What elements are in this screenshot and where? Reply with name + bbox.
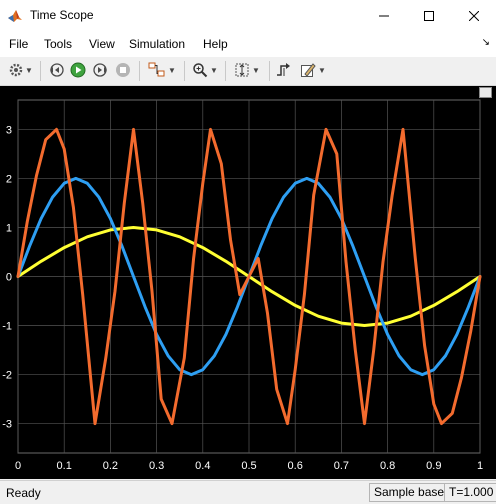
y-tick-label: 2 xyxy=(6,173,12,185)
run-button[interactable] xyxy=(68,59,88,81)
toolbar-separator xyxy=(269,61,270,81)
toolbar-separator xyxy=(225,61,226,81)
scale-axes-button[interactable]: ▼ xyxy=(230,59,264,81)
highlight-block-button[interactable]: ▼ xyxy=(145,59,179,81)
x-tick-label: 0.2 xyxy=(103,460,118,472)
maximize-button[interactable] xyxy=(406,0,451,31)
chevron-down-icon: ▼ xyxy=(25,65,33,75)
x-tick-label: 1 xyxy=(477,460,483,472)
toolbar: ▼ ▼ ▼ ▼ ▼ xyxy=(0,57,496,86)
matlab-logo-icon xyxy=(8,10,22,22)
menu-bar: File Tools View Simulation Help ↘ xyxy=(0,31,496,58)
settings-button[interactable]: ▼ xyxy=(5,59,37,81)
sample-mode-indicator: Sample based xyxy=(369,483,456,502)
y-tick-label: -1 xyxy=(2,321,12,333)
menu-help[interactable]: Help xyxy=(203,37,228,51)
close-icon xyxy=(468,10,479,21)
window-title: Time Scope xyxy=(30,8,94,22)
chevron-down-icon: ▼ xyxy=(210,65,218,75)
step-forward-icon xyxy=(93,63,107,77)
trigger-icon xyxy=(277,63,290,76)
y-tick-label: -2 xyxy=(2,370,12,382)
toolbar-separator xyxy=(139,61,140,81)
x-tick-label: 0.3 xyxy=(149,460,164,472)
triggers-button[interactable] xyxy=(274,59,294,81)
step-back-icon xyxy=(50,63,64,77)
x-tick-label: 0.1 xyxy=(57,460,72,472)
chevron-down-icon: ▼ xyxy=(168,65,176,75)
stop-button[interactable] xyxy=(113,59,133,81)
menu-file[interactable]: File xyxy=(9,37,28,51)
block-diagram-icon xyxy=(148,62,165,77)
minimize-button[interactable] xyxy=(361,0,406,31)
minimize-icon xyxy=(378,15,389,16)
x-tick-label: 0.4 xyxy=(195,460,210,472)
step-forward-button[interactable] xyxy=(91,59,111,81)
step-back-button[interactable] xyxy=(46,59,66,81)
time-indicator: T=1.000 xyxy=(444,483,496,502)
style-button[interactable]: ▼ xyxy=(297,59,329,81)
x-tick-label: 0.7 xyxy=(334,460,349,472)
undock-button[interactable] xyxy=(479,87,492,98)
zoom-in-icon xyxy=(193,63,208,78)
stop-icon xyxy=(116,63,130,77)
status-bar: Ready Sample based T=1.000 xyxy=(0,480,496,504)
x-tick-label: 0.9 xyxy=(426,460,441,472)
zoom-button[interactable]: ▼ xyxy=(189,59,221,81)
y-tick-label: 3 xyxy=(6,124,12,136)
y-tick-label: 1 xyxy=(6,222,12,234)
gear-icon xyxy=(9,63,23,77)
y-tick-label: -3 xyxy=(2,419,12,431)
chevron-down-icon: ▼ xyxy=(252,65,260,75)
menu-tools[interactable]: Tools xyxy=(44,37,72,51)
toolbar-separator xyxy=(40,61,41,81)
x-tick-label: 0.5 xyxy=(241,460,256,472)
play-icon xyxy=(70,62,86,78)
maximize-icon xyxy=(423,10,434,21)
x-tick-label: 0 xyxy=(15,460,21,472)
x-tick-label: 0.6 xyxy=(288,460,303,472)
menu-simulation[interactable]: Simulation xyxy=(129,37,185,51)
x-tick-label: 0.8 xyxy=(380,460,395,472)
dock-arrow-icon[interactable]: ↘ xyxy=(482,37,490,48)
title-bar: Time Scope xyxy=(0,0,496,31)
y-tick-label: 0 xyxy=(6,272,12,284)
status-ready: Ready xyxy=(6,486,41,500)
menu-view[interactable]: View xyxy=(89,37,115,51)
close-button[interactable] xyxy=(451,0,496,31)
edit-style-icon xyxy=(301,63,316,77)
chevron-down-icon: ▼ xyxy=(318,65,326,75)
scope-plot: 0 0.1 0.2 0.3 0.4 0.5 0.6 0.7 0.8 0.9 1 3 2 1 0 -1 -2 -3 xyxy=(2,99,483,472)
scope-display[interactable]: 0 0.1 0.2 0.3 0.4 0.5 0.6 0.7 0.8 0.9 1 3 2 1 0 -1 -2 -3 xyxy=(0,86,496,479)
fit-axes-icon xyxy=(235,63,249,77)
toolbar-separator xyxy=(184,61,185,81)
